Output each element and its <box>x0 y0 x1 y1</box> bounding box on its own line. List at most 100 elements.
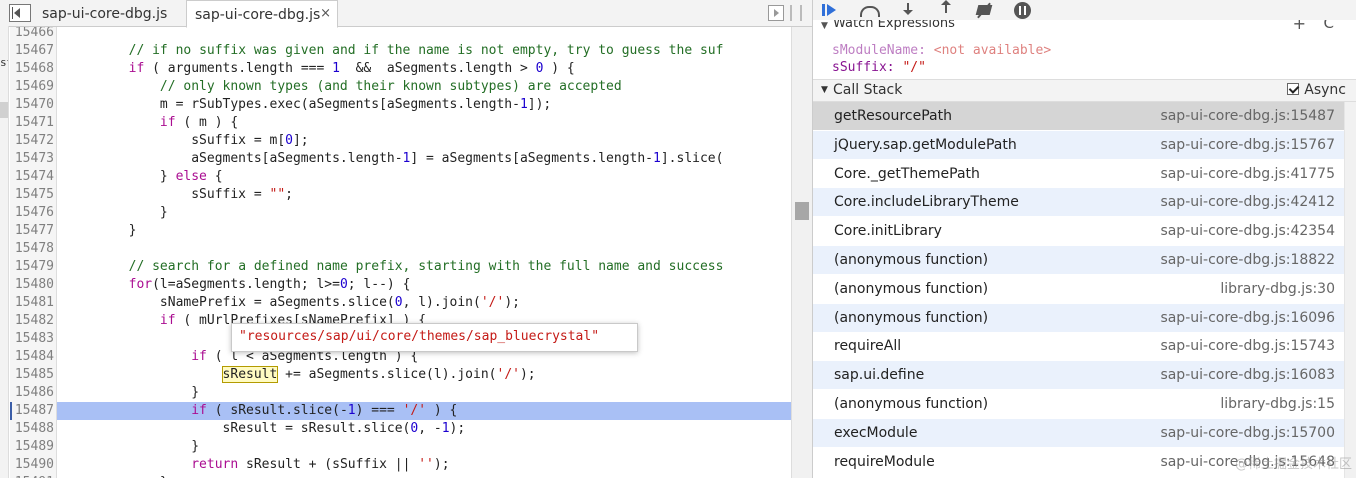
code-line[interactable]: 15488 sResult = sResult.slice(0, -1); <box>10 420 791 438</box>
line-number[interactable]: 15485 <box>10 366 57 384</box>
tab-sap-ui-core-dbg-active[interactable]: sap-ui-core-dbg.js × <box>186 0 338 28</box>
call-frame-location[interactable]: sap-ui-core-dbg.js:16083 <box>1160 361 1335 389</box>
line-number[interactable]: 15480 <box>10 276 57 294</box>
sidebar-toggle-icon[interactable] <box>768 5 784 21</box>
watch-item[interactable]: sModuleName: <not available> <box>832 43 1051 59</box>
code-text: sSuffix = ""; <box>66 187 293 202</box>
call-frame[interactable]: Core.includeLibraryTheme sap-ui-core-dbg.… <box>813 188 1344 217</box>
call-frame[interactable]: (anonymous function) library-dbg.js:15 <box>813 390 1344 418</box>
step-into-icon[interactable] <box>900 2 918 18</box>
call-frame-location[interactable]: library-dbg.js:30 <box>1220 275 1335 303</box>
code-line[interactable]: 15467 // if no suffix was given and if t… <box>10 42 791 60</box>
call-stack-header[interactable]: ▼ Call Stack Async <box>813 79 1356 102</box>
call-frame-selected[interactable]: getResourcePath sap-ui-core-dbg.js:15487 <box>813 102 1344 130</box>
editor-scrollbar[interactable] <box>791 27 812 478</box>
code-line[interactable]: 15470 m = rSubTypes.exec(aSegments[aSegm… <box>10 96 791 114</box>
call-frame[interactable]: (anonymous function) sap-ui-core-dbg.js:1… <box>813 303 1344 332</box>
call-stack-scrollbar[interactable] <box>1344 102 1356 478</box>
resume-icon[interactable] <box>822 2 840 18</box>
line-number[interactable]: 15490 <box>10 456 57 474</box>
code-line[interactable]: 15491 } <box>10 474 791 478</box>
call-frame-location[interactable]: library-dbg.js:15 <box>1220 390 1335 418</box>
code-line[interactable]: 15479 // search for a defined name prefi… <box>10 258 791 276</box>
line-number[interactable]: 15471 <box>10 114 57 132</box>
code-line[interactable]: 15481 sNamePrefix = aSegments.slice(0, l… <box>10 294 791 312</box>
line-number[interactable]: 15486 <box>10 384 57 402</box>
step-over-icon[interactable] <box>860 2 880 18</box>
line-number[interactable]: 15469 <box>10 78 57 96</box>
line-number[interactable]: 15475 <box>10 186 57 204</box>
call-frame[interactable]: Core._getThemePath sap-ui-core-dbg.js:417… <box>813 160 1344 188</box>
line-number[interactable]: 15488 <box>10 420 57 438</box>
line-number[interactable]: 15466 <box>10 27 57 42</box>
code-line[interactable]: 15475 sSuffix = ""; <box>10 186 791 204</box>
async-checkbox[interactable]: Async <box>1287 82 1346 98</box>
code-line[interactable]: 15480 for(l=aSegments.length; l>=0; l--)… <box>10 276 791 294</box>
call-frame-location[interactable]: sap-ui-core-dbg.js:42412 <box>1160 188 1335 216</box>
line-number[interactable]: 15484 <box>10 348 57 366</box>
code-line[interactable]: 15478 <box>10 240 791 258</box>
code-line[interactable]: 15477 } <box>10 222 791 240</box>
call-frame[interactable]: execModule sap-ui-core-dbg.js:15700 <box>813 418 1344 447</box>
code-line[interactable]: 15471 if ( m ) { <box>10 114 791 132</box>
code-line[interactable]: 15473 aSegments[aSegments.length-1] = aS… <box>10 150 791 168</box>
code-line-active[interactable]: 15487 if ( sResult.slice(-1) === '/' ) { <box>10 402 791 420</box>
call-frame[interactable]: sap.ui.define sap-ui-core-dbg.js:16083 <box>813 361 1344 390</box>
line-number[interactable]: 15479 <box>10 258 57 276</box>
code-text: // search for a defined name prefix, sta… <box>128 259 724 274</box>
line-number[interactable]: 15482 <box>10 312 57 330</box>
call-frame-location[interactable]: sap-ui-core-dbg.js:18822 <box>1160 246 1335 274</box>
deactivate-breakpoints-icon[interactable] <box>975 2 993 18</box>
scrollbar-thumb[interactable] <box>795 202 809 220</box>
navigator-toggle-icon[interactable] <box>9 4 31 22</box>
line-number[interactable]: 15487 <box>10 402 57 420</box>
tab-sap-ui-core-dbg[interactable]: sap-ui-core-dbg.js <box>34 0 180 27</box>
code-line[interactable]: 15474 } else { <box>10 168 791 186</box>
code-editor[interactable]: 15466 15467 // if no suffix was given and… <box>10 27 791 478</box>
code-line[interactable]: 15490 return sResult + (sSuffix || ''); <box>10 456 791 474</box>
call-frame-location[interactable]: sap-ui-core-dbg.js:16096 <box>1160 304 1335 332</box>
call-frame[interactable]: (anonymous function) sap-ui-core-dbg.js:1… <box>813 246 1344 274</box>
call-frame-location[interactable]: sap-ui-core-dbg.js:42354 <box>1160 217 1335 245</box>
line-number[interactable]: 15478 <box>10 240 57 258</box>
checkbox-checked-icon[interactable] <box>1287 83 1300 95</box>
call-frame[interactable]: (anonymous function) library-dbg.js:30 <box>813 275 1344 303</box>
step-out-icon[interactable] <box>938 0 956 18</box>
call-frame-location[interactable]: sap-ui-core-dbg.js:15743 <box>1160 332 1335 360</box>
code-line[interactable]: 15486 } <box>10 384 791 402</box>
watch-item[interactable]: sSuffix: "/" <box>832 60 926 76</box>
line-number[interactable]: 15483 <box>10 330 57 348</box>
refresh-icon[interactable]: C <box>1324 20 1334 32</box>
watch-expressions-header[interactable]: ▼ Watch Expressions + C <box>813 20 1356 36</box>
line-number[interactable]: 15491 <box>10 474 57 478</box>
call-frame-location[interactable]: sap-ui-core-dbg.js:15700 <box>1160 419 1335 447</box>
drag-handle-icon[interactable] <box>790 5 802 21</box>
code-line[interactable]: 15489 } <box>10 438 791 456</box>
line-number[interactable]: 15472 <box>10 132 57 150</box>
call-frame-location[interactable]: sap-ui-core-dbg.js:15767 <box>1160 131 1335 159</box>
code-line[interactable]: 15485 sResult += aSegments.slice(l).join… <box>10 366 791 384</box>
add-expression-icon[interactable]: + <box>1293 20 1306 33</box>
call-frame[interactable]: Core.initLibrary sap-ui-core-dbg.js:42354 <box>813 217 1344 245</box>
line-number[interactable]: 15481 <box>10 294 57 312</box>
line-number[interactable]: 15473 <box>10 150 57 168</box>
call-frame-location[interactable]: sap-ui-core-dbg.js:41775 <box>1160 160 1335 188</box>
call-frame[interactable]: jQuery.sap.getModulePath sap-ui-core-dbg.… <box>813 130 1344 159</box>
line-number[interactable]: 15477 <box>10 222 57 240</box>
code-line[interactable]: 15468 if ( arguments.length === 1 && aSe… <box>10 60 791 78</box>
call-frame[interactable]: requireAll sap-ui-core-dbg.js:15743 <box>813 332 1344 360</box>
line-number[interactable]: 15470 <box>10 96 57 114</box>
line-number[interactable]: 15476 <box>10 204 57 222</box>
call-frame-location[interactable]: sap-ui-core-dbg.js:15487 <box>1160 102 1335 130</box>
line-number[interactable]: 15489 <box>10 438 57 456</box>
close-icon[interactable]: × <box>320 6 331 21</box>
code-line[interactable]: 15466 <box>10 27 791 42</box>
line-number[interactable]: 15474 <box>10 168 57 186</box>
line-number[interactable]: 15468 <box>10 60 57 78</box>
code-text: sResult += aSegments.slice(l).join('/'); <box>221 366 536 383</box>
code-line[interactable]: 15472 sSuffix = m[0]; <box>10 132 791 150</box>
pause-on-exceptions-icon[interactable] <box>1014 2 1031 19</box>
line-number[interactable]: 15467 <box>10 42 57 60</box>
code-line[interactable]: 15476 } <box>10 204 791 222</box>
code-line[interactable]: 15469 // only known types (and their kno… <box>10 78 791 96</box>
